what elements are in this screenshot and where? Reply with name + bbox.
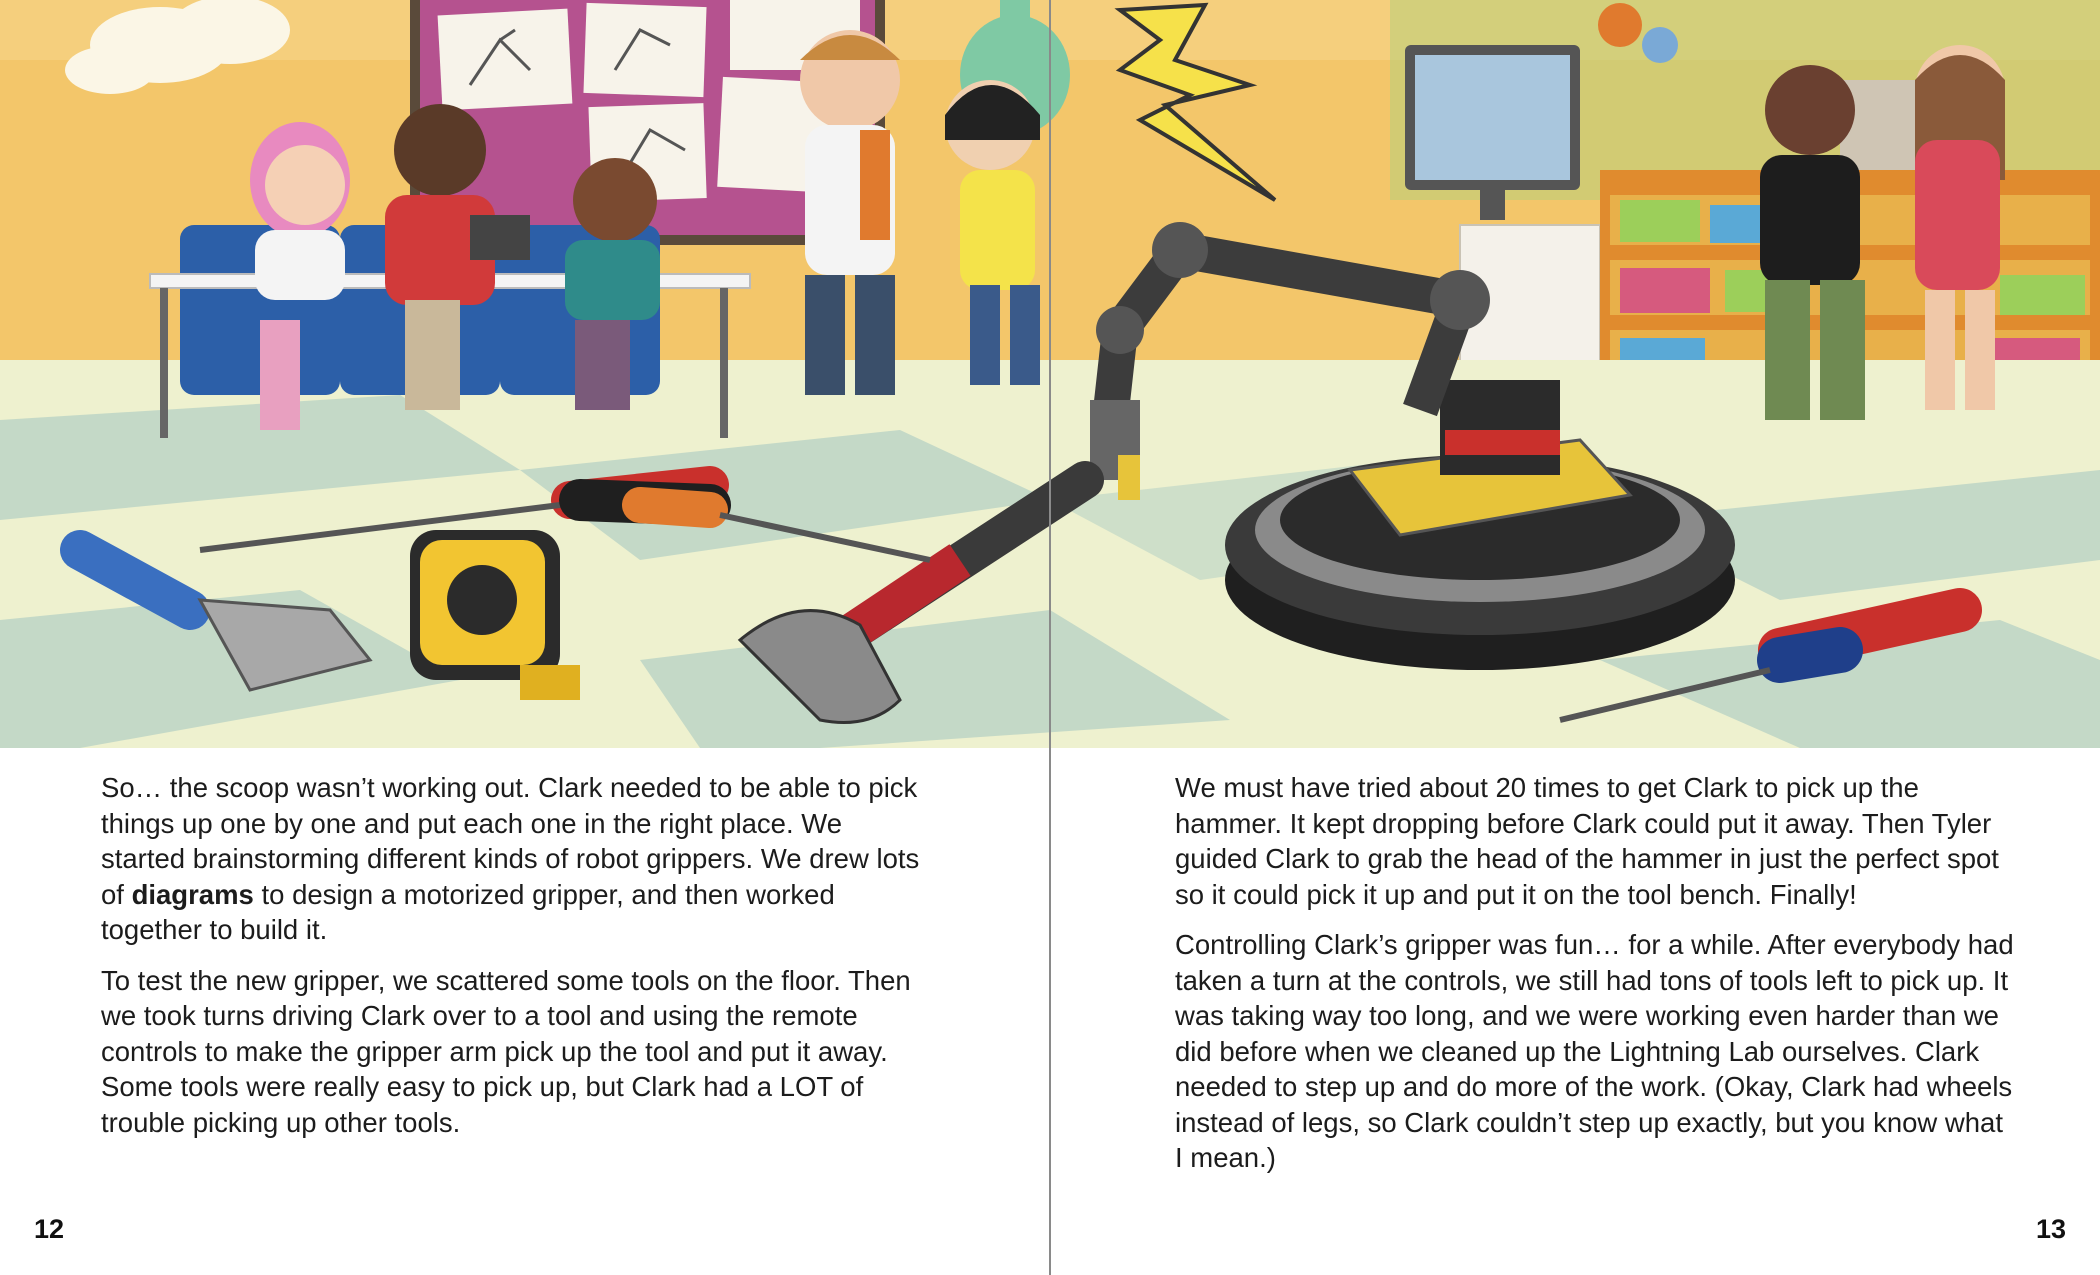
right-page-text: We must have tried about 20 times to get… <box>1175 770 2015 1191</box>
page-number-right: 13 <box>2035 1214 2066 1244</box>
tape-measure-icon <box>410 530 580 700</box>
right-paragraph-2: Controlling Clark’s gripper was fun… for… <box>1175 929 2014 1173</box>
book-spread: So… the scoop wasn’t working out. Clark … <box>0 0 2100 1275</box>
right-paragraph-1: We must have tried about 20 times to get… <box>1175 772 1999 910</box>
left-paragraph-1: So… the scoop wasn’t working out. Clark … <box>101 772 920 945</box>
page-gutter <box>1049 0 1051 1275</box>
page-number-left: 12 <box>34 1214 65 1244</box>
left-paragraph-2: To test the new gripper, we scattered so… <box>101 964 911 1138</box>
bold-term-diagrams: diagrams <box>131 878 254 910</box>
left-page-text: So… the scoop wasn’t working out. Clark … <box>101 770 931 1155</box>
